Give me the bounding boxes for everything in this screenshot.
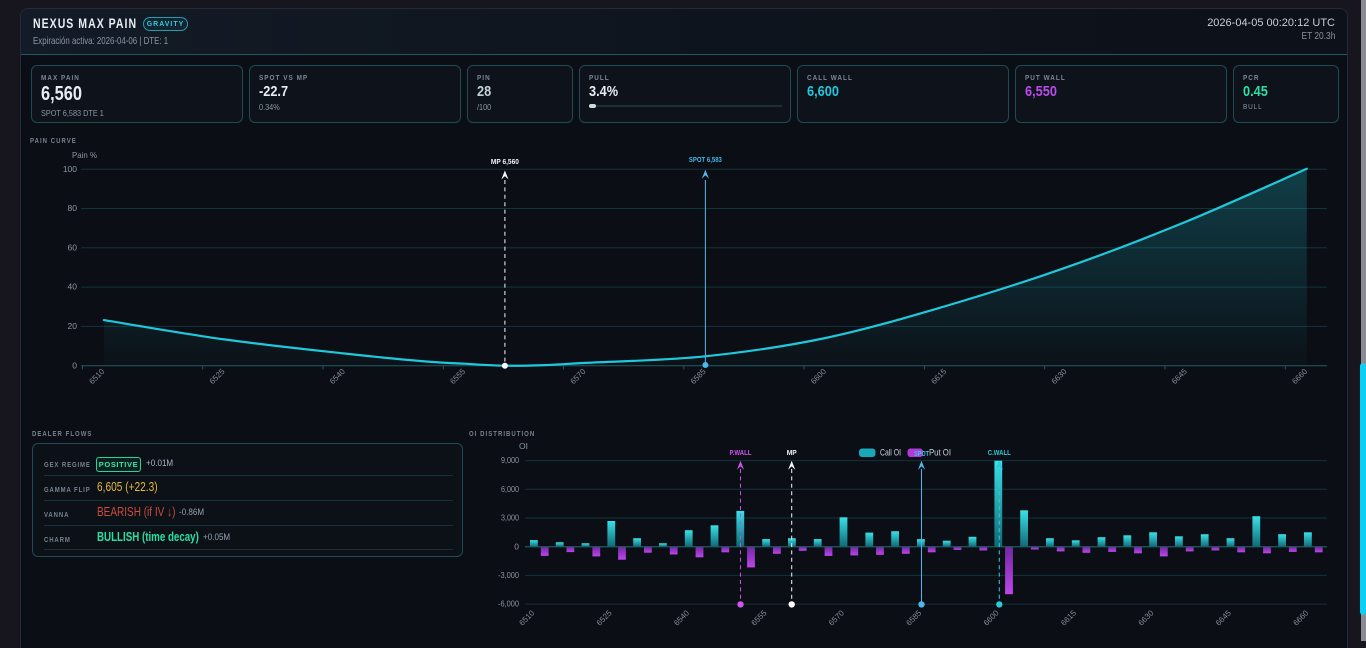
svg-text:6570: 6570 <box>827 608 846 627</box>
svg-text:6630: 6630 <box>1050 367 1069 386</box>
svg-text:6600: 6600 <box>982 608 1001 627</box>
svg-text:SPOT: SPOT <box>914 451 930 458</box>
svg-text:6645: 6645 <box>1214 608 1233 627</box>
svg-text:MP 6,560: MP 6,560 <box>491 157 519 166</box>
svg-text:-3,000: -3,000 <box>498 570 519 580</box>
svg-text:Put OI: Put OI <box>929 448 951 459</box>
svg-text:6660: 6660 <box>1291 608 1310 627</box>
svg-text:Call OI: Call OI <box>880 448 901 459</box>
svg-text:SPOT 6,583: SPOT 6,583 <box>689 155 722 164</box>
svg-text:6570: 6570 <box>569 367 588 386</box>
svg-text:6540: 6540 <box>328 367 347 386</box>
svg-text:-6,000: -6,000 <box>498 599 519 609</box>
svg-text:6660: 6660 <box>1290 367 1309 386</box>
svg-text:6615: 6615 <box>929 367 948 386</box>
svg-text:0: 0 <box>72 360 77 370</box>
svg-text:80: 80 <box>68 203 78 213</box>
svg-text:6555: 6555 <box>448 367 467 386</box>
svg-text:6645: 6645 <box>1170 367 1189 386</box>
svg-text:C.WALL: C.WALL <box>988 450 1012 457</box>
svg-text:9,000: 9,000 <box>501 455 519 465</box>
svg-text:6600: 6600 <box>809 367 828 386</box>
svg-text:6525: 6525 <box>595 608 614 627</box>
svg-text:0: 0 <box>514 541 519 551</box>
svg-text:6510: 6510 <box>87 367 106 386</box>
svg-text:OI: OI <box>519 441 528 451</box>
svg-text:6585: 6585 <box>904 608 923 627</box>
svg-text:20: 20 <box>68 321 78 331</box>
svg-text:6,000: 6,000 <box>501 484 519 494</box>
svg-text:6630: 6630 <box>1137 608 1156 627</box>
svg-text:6510: 6510 <box>517 608 536 627</box>
svg-text:6585: 6585 <box>689 367 708 386</box>
svg-text:3,000: 3,000 <box>501 513 519 523</box>
svg-text:6540: 6540 <box>672 608 691 627</box>
svg-text:MP: MP <box>787 450 797 457</box>
svg-text:Pain %: Pain % <box>72 150 97 160</box>
svg-text:6525: 6525 <box>208 367 227 386</box>
svg-text:6615: 6615 <box>1059 608 1078 627</box>
svg-text:60: 60 <box>68 242 78 252</box>
svg-text:100: 100 <box>63 164 77 174</box>
svg-text:40: 40 <box>68 282 78 292</box>
svg-text:6555: 6555 <box>750 608 769 627</box>
svg-text:P.WALL: P.WALL <box>730 450 753 457</box>
